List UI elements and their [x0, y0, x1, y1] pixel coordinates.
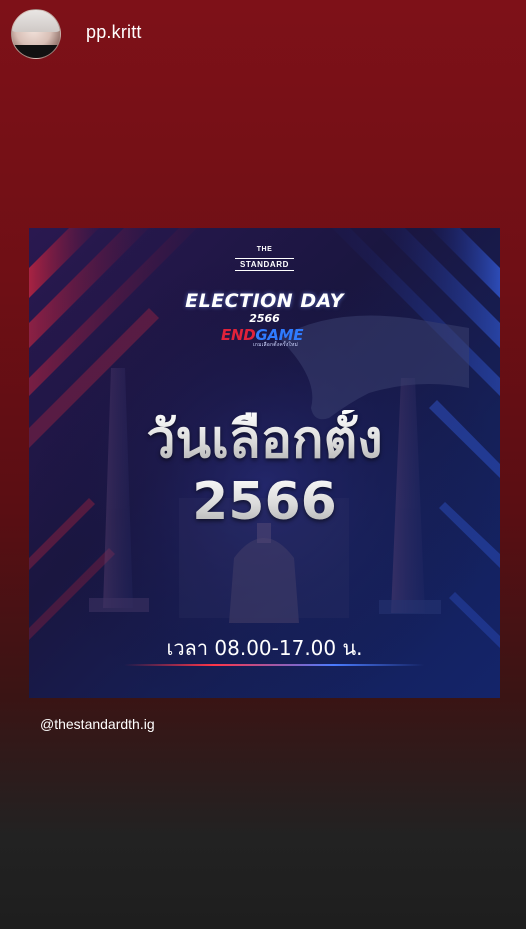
brand-the: THE: [256, 246, 273, 253]
event-year: 2566: [249, 312, 280, 325]
avatar[interactable]: [11, 9, 61, 59]
source-credit[interactable]: @thestandardth.ig: [40, 716, 155, 732]
endgame-end: END: [221, 326, 256, 344]
endgame-subtitle: เกมเลือกตั้งครั้งใหม่: [253, 342, 299, 348]
username[interactable]: pp.kritt: [86, 22, 142, 43]
time-underline: [124, 664, 424, 666]
avatar-hair: [12, 10, 60, 32]
voting-time: เวลา 08.00-17.00 น.: [166, 636, 363, 660]
brand-logo: THE STANDARD: [29, 246, 500, 272]
story-post-image: THE STANDARD ELECTION DAY 2566 ENDGAME เ…: [29, 228, 500, 698]
event-title: ELECTION DAY: [185, 290, 344, 312]
story-header: pp.kritt: [0, 0, 526, 70]
brand-standard: STANDARD: [234, 258, 295, 271]
headline-year: 2566: [29, 472, 500, 532]
avatar-shirt: [12, 44, 60, 58]
headline: วันเลือกตั้ง: [29, 410, 500, 470]
